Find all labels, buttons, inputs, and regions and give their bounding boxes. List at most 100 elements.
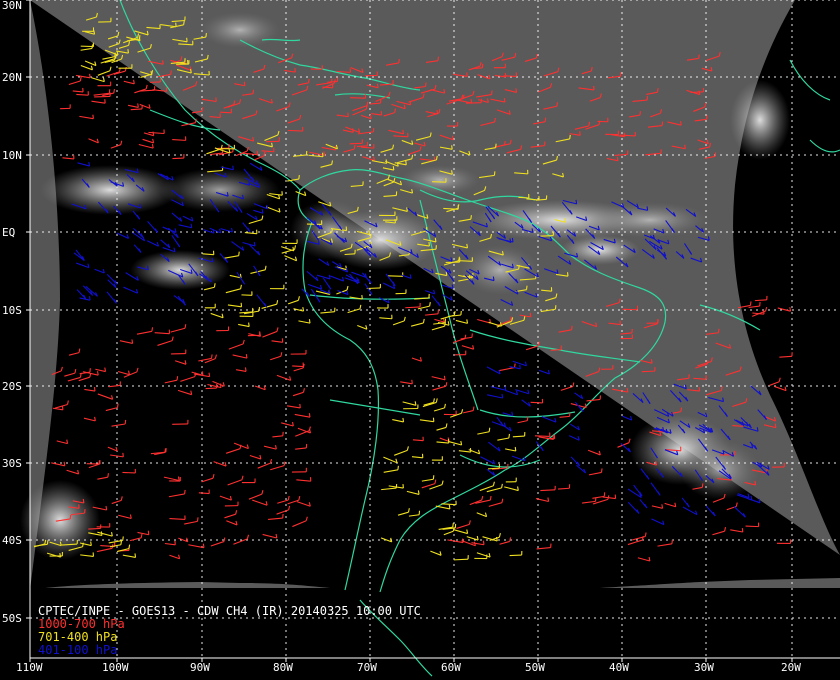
lon-label: 20W [781, 661, 801, 674]
wind-barb [68, 348, 81, 356]
satellite-map: 30N 20N 10N EQ 10S 20S 30S 40S 50S 110W … [0, 0, 840, 680]
lon-label: 80W [273, 661, 293, 674]
wind-barb [587, 449, 601, 456]
wind-barb [106, 273, 118, 285]
wind-barb [281, 246, 295, 252]
wind-barb [110, 452, 124, 458]
wind-barb [122, 553, 137, 558]
wind-barb [54, 400, 69, 409]
wind-barb [270, 352, 283, 361]
wind-barb [102, 88, 115, 97]
wind-barb [588, 468, 603, 476]
wind-barb [123, 79, 135, 85]
wind-barb [650, 482, 661, 496]
wind-barb [277, 495, 290, 504]
wind-barb [307, 283, 323, 290]
wind-barb [95, 367, 107, 373]
wind-barb [431, 375, 446, 381]
wind-barb [106, 67, 121, 77]
wind-barb [463, 406, 475, 414]
wind-barb [171, 234, 181, 248]
wind-barb [249, 162, 263, 171]
wind-barb [292, 388, 305, 397]
wind-barb [198, 489, 210, 495]
wind-barb [180, 372, 197, 382]
wind-barb [188, 543, 205, 549]
wind-barb [383, 456, 398, 464]
wind-barb [639, 499, 648, 509]
wind-barb [241, 291, 253, 296]
wind-barb [774, 385, 787, 392]
wind-barb [110, 140, 123, 149]
wind-barb [231, 241, 245, 251]
wind-barb [62, 154, 75, 160]
wind-barb [232, 354, 248, 359]
wind-barb [387, 272, 404, 277]
wind-barb [453, 555, 469, 561]
wind-barb [504, 486, 519, 492]
wind-barb [137, 530, 150, 536]
wind-barb [490, 386, 507, 391]
wind-barb [292, 516, 308, 528]
wind-barb [651, 504, 664, 509]
wind-barb [79, 114, 94, 120]
wind-barb [228, 339, 245, 350]
wind-barb [570, 456, 581, 467]
wind-barb [225, 444, 242, 454]
wind-barb [123, 367, 139, 378]
wind-barb [164, 540, 176, 546]
wind-barb [106, 291, 117, 304]
lat-label: 20N [2, 71, 22, 84]
wind-barb [411, 357, 422, 362]
wind-barb [504, 446, 517, 452]
wind-barb [272, 431, 284, 438]
wind-barb [383, 465, 399, 473]
wind-barb [97, 66, 112, 76]
wind-barb [265, 206, 281, 213]
wind-barb [392, 316, 406, 326]
wind-barb [394, 446, 409, 456]
wind-barb [116, 232, 129, 239]
wind-barb [76, 262, 90, 269]
wind-barb [401, 274, 412, 279]
wind-barb [169, 554, 181, 560]
wind-barb [122, 468, 136, 474]
wind-barb [223, 251, 240, 259]
wind-barb [347, 304, 362, 314]
wind-barb [150, 448, 167, 455]
wind-barb [366, 283, 381, 290]
wind-barb [402, 401, 417, 406]
wind-barb [622, 415, 633, 421]
wind-barb [406, 490, 420, 495]
wind-barb [118, 514, 132, 520]
wind-barb [412, 436, 424, 442]
wind-barb [295, 443, 308, 450]
wind-barb [293, 363, 305, 372]
wind-barb [476, 512, 488, 518]
wind-barb [431, 295, 441, 307]
wind-barb [751, 306, 768, 317]
wind-barb [295, 191, 307, 197]
wind-barb [497, 433, 510, 441]
wind-barb [378, 297, 390, 304]
wind-barb [290, 349, 307, 355]
wind-barb [170, 324, 187, 333]
wind-barb [439, 437, 450, 442]
wind-barb [296, 501, 311, 507]
lon-label: 30W [694, 661, 714, 674]
wind-barb [138, 143, 154, 149]
wind-barb [86, 460, 101, 465]
wind-barb [448, 440, 463, 446]
wind-barb [560, 382, 575, 391]
wind-barb [322, 277, 332, 290]
lon-label: 50W [525, 661, 545, 674]
wind-barb [466, 535, 479, 541]
wind-barb [276, 374, 292, 381]
wind-barb [276, 505, 291, 515]
wind-barb [148, 129, 165, 135]
wind-barb [535, 441, 544, 452]
lon-label: 90W [190, 661, 210, 674]
wind-barb [505, 477, 517, 483]
map-canvas [20, 0, 840, 680]
wind-barb [210, 312, 224, 319]
